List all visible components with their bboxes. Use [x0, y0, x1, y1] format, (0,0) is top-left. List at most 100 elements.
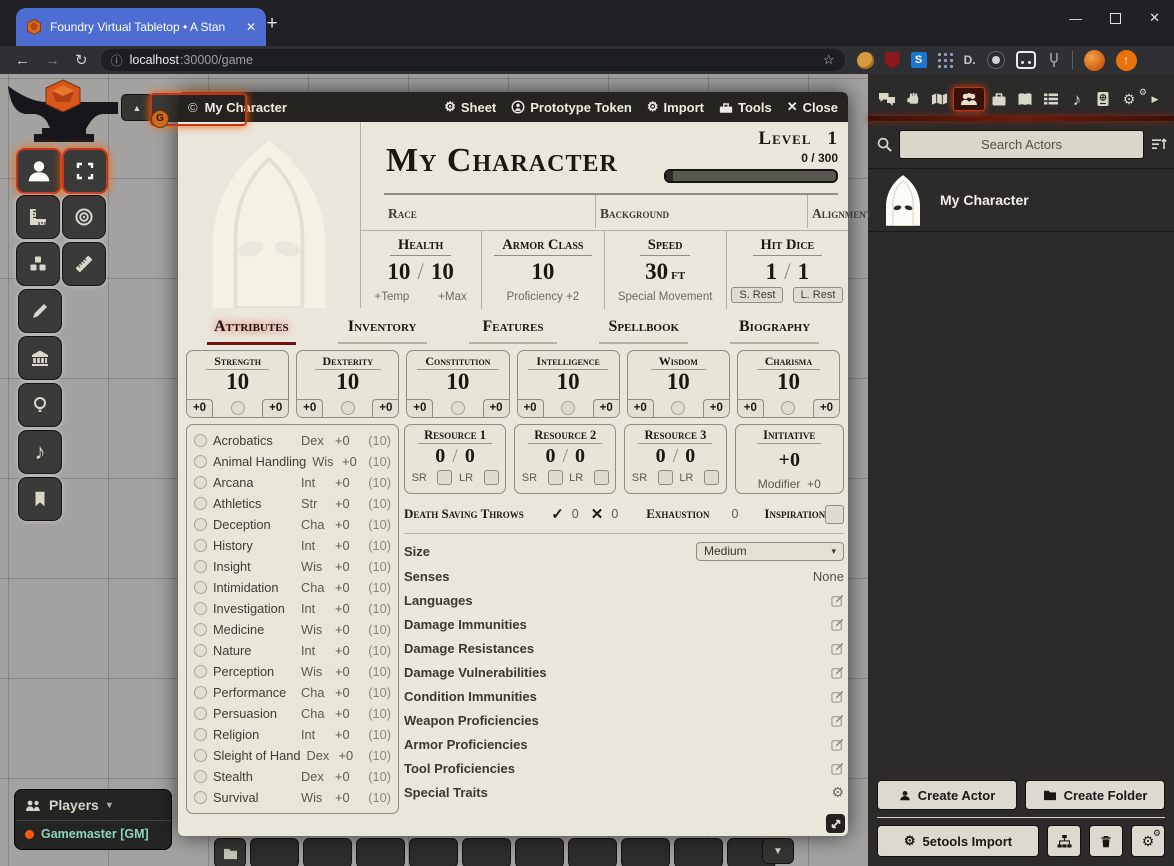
search-actors-input[interactable] — [899, 130, 1144, 159]
delete-button[interactable] — [1089, 825, 1123, 857]
window-titlebar[interactable]: © My Character ⚙ Sheet Prototype Token ⚙… — [178, 92, 848, 122]
ability-save-mod[interactable]: +0 — [518, 399, 544, 417]
macro-slot[interactable] — [409, 838, 458, 866]
tab-settings[interactable]: ⚙ ⚙ — [1117, 91, 1141, 108]
browser-tab[interactable]: Foundry Virtual Tabletop • A Stan ✕ — [16, 8, 266, 46]
skill-row[interactable]: Athletics Str +0 (10) — [194, 493, 391, 513]
bookmark-star-icon[interactable]: ☆ — [823, 52, 835, 68]
sr-checkbox[interactable] — [437, 470, 452, 485]
skill-proficiency-radio[interactable] — [194, 602, 207, 615]
create-folder-button[interactable]: Create Folder — [1025, 780, 1165, 810]
box-extension-icon[interactable] — [1016, 51, 1036, 69]
prototype-token-button[interactable]: Prototype Token — [511, 100, 632, 115]
macro-slot[interactable] — [515, 838, 564, 866]
measure-distance-button[interactable] — [62, 242, 106, 286]
resource-value[interactable]: 0 — [656, 445, 666, 467]
close-window-button[interactable]: ✕ Close — [787, 99, 838, 115]
skill-row[interactable]: Insight Wis +0 (10) — [194, 556, 391, 576]
tab-items[interactable] — [987, 92, 1011, 107]
sheet-config-button[interactable]: ⚙ Sheet — [444, 99, 496, 115]
death-failure-count[interactable]: 0 — [611, 507, 618, 521]
lr-checkbox[interactable] — [484, 470, 499, 485]
skill-proficiency-radio[interactable] — [194, 686, 207, 699]
skill-row[interactable]: Stealth Dex +0 (10) — [194, 767, 391, 787]
skill-proficiency-radio[interactable] — [194, 560, 207, 573]
macro-slot[interactable] — [621, 838, 670, 866]
skill-row[interactable]: Performance Cha +0 (10) — [194, 683, 391, 703]
skill-proficiency-radio[interactable] — [194, 518, 207, 531]
notes-controls-button[interactable] — [18, 477, 62, 521]
ability-card[interactable]: Constitution 10 +0 +0 — [406, 350, 509, 418]
tab-combat[interactable] — [901, 91, 925, 107]
tab-playlists[interactable]: ♪ — [1065, 91, 1089, 108]
ability-card[interactable]: Wisdom 10 +0 +0 — [627, 350, 730, 418]
hp-max[interactable]: 10 — [431, 259, 454, 284]
grid-extension-icon[interactable] — [938, 53, 953, 68]
hotbar-page-down-button[interactable]: ▼ — [762, 838, 794, 864]
lr-checkbox[interactable] — [594, 470, 609, 485]
skill-proficiency-radio[interactable] — [194, 476, 207, 489]
ability-mod[interactable]: +0 — [813, 399, 839, 417]
ability-score[interactable]: 10 — [738, 370, 839, 393]
cookie-extension-icon[interactable] — [857, 52, 874, 69]
long-rest-button[interactable]: L. Rest — [793, 287, 844, 303]
skill-proficiency-radio[interactable] — [194, 434, 207, 447]
special-movement-label[interactable]: Special Movement — [618, 291, 713, 303]
skill-row[interactable]: Deception Cha +0 (10) — [194, 514, 391, 534]
edit-icon[interactable] — [831, 642, 844, 655]
resource-max[interactable]: 0 — [575, 445, 585, 467]
skill-row[interactable]: Nature Int +0 (10) — [194, 640, 391, 660]
tab-journal[interactable] — [1013, 92, 1037, 107]
target-tool-button[interactable] — [62, 195, 106, 239]
ability-proficiency-radio[interactable] — [231, 401, 245, 415]
tools-button[interactable]: Tools — [719, 100, 772, 115]
sr-checkbox[interactable] — [548, 470, 563, 485]
exhaustion-value[interactable]: 0 — [731, 507, 738, 521]
ability-card[interactable]: Charisma 10 +0 +0 — [737, 350, 840, 418]
edit-icon[interactable] — [831, 666, 844, 679]
ability-save-mod[interactable]: +0 — [628, 399, 654, 417]
walls-controls-button[interactable] — [18, 336, 62, 380]
resource-title[interactable]: Resource 2 — [528, 428, 602, 444]
tab-tables[interactable] — [1039, 92, 1063, 106]
tab-actors[interactable] — [953, 87, 985, 111]
tab-scenes[interactable] — [927, 92, 951, 106]
race-input[interactable] — [384, 192, 595, 206]
drawing-tools-button[interactable] — [18, 289, 62, 333]
macro-slot[interactable] — [303, 838, 352, 866]
ability-mod[interactable]: +0 — [593, 399, 619, 417]
ability-proficiency-radio[interactable] — [451, 401, 465, 415]
create-actor-button[interactable]: Create Actor — [877, 780, 1017, 810]
edit-icon[interactable] — [831, 714, 844, 727]
select-tool-button[interactable] — [62, 148, 108, 194]
reload-button[interactable]: ↻ — [75, 53, 88, 68]
skill-proficiency-radio[interactable] — [194, 707, 207, 720]
resource-title[interactable]: Resource 1 — [418, 428, 492, 444]
skill-row[interactable]: Perception Wis +0 (10) — [194, 662, 391, 682]
skill-row[interactable]: Investigation Int +0 (10) — [194, 598, 391, 618]
sr-checkbox[interactable] — [658, 470, 673, 485]
initiative-modifier[interactable]: +0 — [807, 477, 821, 491]
background-input[interactable] — [596, 192, 807, 206]
profile-avatar[interactable] — [1084, 50, 1105, 71]
tile-controls-button[interactable] — [16, 242, 60, 286]
edit-icon[interactable] — [831, 690, 844, 703]
skill-row[interactable]: Sleight of Hand Dex +0 (10) — [194, 746, 391, 766]
ability-card[interactable]: Dexterity 10 +0 +0 — [296, 350, 399, 418]
5etools-import-button[interactable]: ⚙ 5etools Import — [877, 825, 1039, 857]
back-button[interactable]: ← — [15, 53, 30, 68]
level-value[interactable]: 1 — [828, 128, 839, 149]
skill-proficiency-radio[interactable] — [194, 581, 207, 594]
tab-close-icon[interactable]: ✕ — [246, 20, 256, 34]
import-button[interactable]: ⚙ Import — [647, 99, 704, 115]
nav-collapse-button[interactable]: ▲ — [121, 94, 153, 121]
skill-row[interactable]: Survival Wis +0 (10) — [194, 788, 391, 808]
edit-icon[interactable] — [831, 594, 844, 607]
inspiration-checkbox[interactable] — [825, 505, 844, 524]
browser-update-icon[interactable]: ↑ — [1116, 50, 1137, 71]
ability-proficiency-radio[interactable] — [561, 401, 575, 415]
hit-dice-max[interactable]: 1 — [798, 259, 810, 284]
alignment-input[interactable] — [808, 192, 1019, 206]
skill-row[interactable]: Arcana Int +0 (10) — [194, 472, 391, 492]
lens-extension-icon[interactable] — [987, 51, 1005, 69]
